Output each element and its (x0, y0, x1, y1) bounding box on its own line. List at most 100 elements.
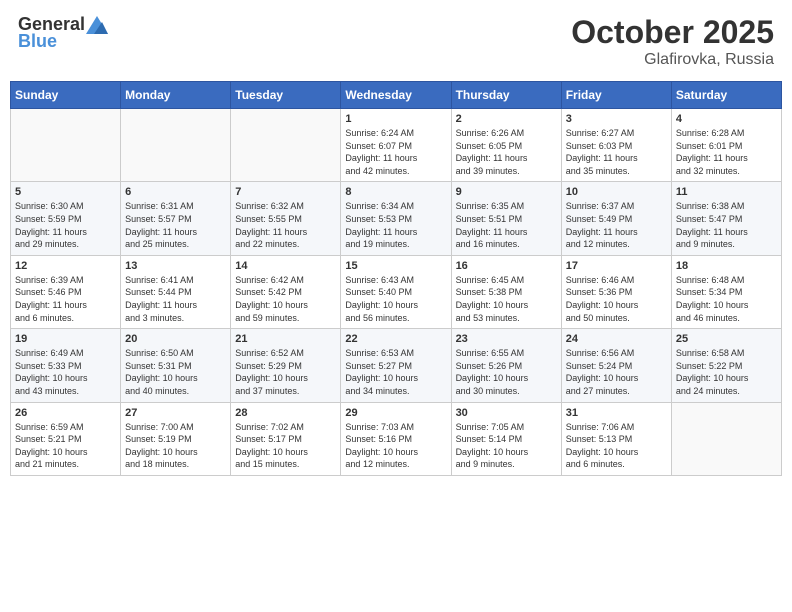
day-info: Sunrise: 6:53 AMSunset: 5:27 PMDaylight:… (345, 347, 446, 397)
day-number: 8 (345, 186, 446, 198)
calendar-cell: 20 Sunrise: 6:50 AMSunset: 5:31 PMDayligh… (121, 329, 231, 402)
calendar-cell: 14 Sunrise: 6:42 AMSunset: 5:42 PMDayligh… (231, 255, 341, 328)
weekday-header: Sunday (11, 82, 121, 109)
day-number: 20 (125, 333, 226, 345)
calendar-cell (121, 109, 231, 182)
page-header: General Blue October 2025 Glafirovka, Ru… (10, 10, 782, 73)
day-info: Sunrise: 6:58 AMSunset: 5:22 PMDaylight:… (676, 347, 777, 397)
weekday-header: Tuesday (231, 82, 341, 109)
day-number: 28 (235, 407, 336, 419)
day-number: 27 (125, 407, 226, 419)
weekday-header: Friday (561, 82, 671, 109)
day-number: 19 (15, 333, 116, 345)
title-block: October 2025 Glafirovka, Russia (571, 14, 774, 69)
day-info: Sunrise: 6:30 AMSunset: 5:59 PMDaylight:… (15, 200, 116, 250)
calendar-week-row: 12 Sunrise: 6:39 AMSunset: 5:46 PMDayligh… (11, 255, 782, 328)
calendar-cell: 12 Sunrise: 6:39 AMSunset: 5:46 PMDayligh… (11, 255, 121, 328)
month-title: October 2025 (571, 14, 774, 51)
day-number: 24 (566, 333, 667, 345)
calendar-week-row: 19 Sunrise: 6:49 AMSunset: 5:33 PMDayligh… (11, 329, 782, 402)
logo-blue: Blue (18, 31, 57, 52)
calendar-cell: 7 Sunrise: 6:32 AMSunset: 5:55 PMDaylight… (231, 182, 341, 255)
day-info: Sunrise: 6:43 AMSunset: 5:40 PMDaylight:… (345, 274, 446, 324)
calendar-cell: 19 Sunrise: 6:49 AMSunset: 5:33 PMDayligh… (11, 329, 121, 402)
day-number: 25 (676, 333, 777, 345)
day-info: Sunrise: 6:46 AMSunset: 5:36 PMDaylight:… (566, 274, 667, 324)
day-info: Sunrise: 6:31 AMSunset: 5:57 PMDaylight:… (125, 200, 226, 250)
day-info: Sunrise: 6:24 AMSunset: 6:07 PMDaylight:… (345, 127, 446, 177)
weekday-header: Saturday (671, 82, 781, 109)
day-number: 9 (456, 186, 557, 198)
day-number: 26 (15, 407, 116, 419)
weekday-header: Thursday (451, 82, 561, 109)
day-info: Sunrise: 6:27 AMSunset: 6:03 PMDaylight:… (566, 127, 667, 177)
day-info: Sunrise: 6:50 AMSunset: 5:31 PMDaylight:… (125, 347, 226, 397)
calendar-cell: 1 Sunrise: 6:24 AMSunset: 6:07 PMDaylight… (341, 109, 451, 182)
day-number: 12 (15, 260, 116, 272)
day-info: Sunrise: 6:41 AMSunset: 5:44 PMDaylight:… (125, 274, 226, 324)
calendar-cell: 30 Sunrise: 7:05 AMSunset: 5:14 PMDayligh… (451, 402, 561, 475)
day-number: 7 (235, 186, 336, 198)
day-info: Sunrise: 6:32 AMSunset: 5:55 PMDaylight:… (235, 200, 336, 250)
day-number: 31 (566, 407, 667, 419)
weekday-header: Monday (121, 82, 231, 109)
calendar-cell: 24 Sunrise: 6:56 AMSunset: 5:24 PMDayligh… (561, 329, 671, 402)
calendar-cell: 29 Sunrise: 7:03 AMSunset: 5:16 PMDayligh… (341, 402, 451, 475)
calendar-cell: 16 Sunrise: 6:45 AMSunset: 5:38 PMDayligh… (451, 255, 561, 328)
day-info: Sunrise: 6:45 AMSunset: 5:38 PMDaylight:… (456, 274, 557, 324)
calendar-cell: 25 Sunrise: 6:58 AMSunset: 5:22 PMDayligh… (671, 329, 781, 402)
day-number: 10 (566, 186, 667, 198)
calendar-cell: 11 Sunrise: 6:38 AMSunset: 5:47 PMDayligh… (671, 182, 781, 255)
day-number: 14 (235, 260, 336, 272)
calendar-week-row: 1 Sunrise: 6:24 AMSunset: 6:07 PMDaylight… (11, 109, 782, 182)
calendar-cell (11, 109, 121, 182)
calendar-cell: 31Sunrise: 7:06 AMSunset: 5:13 PMDayligh… (561, 402, 671, 475)
day-number: 16 (456, 260, 557, 272)
calendar-table: SundayMondayTuesdayWednesdayThursdayFrid… (10, 81, 782, 476)
calendar-cell: 28 Sunrise: 7:02 AMSunset: 5:17 PMDayligh… (231, 402, 341, 475)
day-number: 11 (676, 186, 777, 198)
day-info: Sunrise: 6:35 AMSunset: 5:51 PMDaylight:… (456, 200, 557, 250)
calendar-cell: 2Sunrise: 6:26 AMSunset: 6:05 PMDaylight… (451, 109, 561, 182)
day-info: Sunrise: 6:38 AMSunset: 5:47 PMDaylight:… (676, 200, 777, 250)
calendar-cell: 26 Sunrise: 6:59 AMSunset: 5:21 PMDayligh… (11, 402, 121, 475)
calendar-cell: 4Sunrise: 6:28 AMSunset: 6:01 PMDaylight… (671, 109, 781, 182)
day-info: Sunrise: 6:42 AMSunset: 5:42 PMDaylight:… (235, 274, 336, 324)
day-number: 4 (676, 113, 777, 125)
day-info: Sunrise: 6:39 AMSunset: 5:46 PMDaylight:… (15, 274, 116, 324)
day-number: 23 (456, 333, 557, 345)
calendar-cell (671, 402, 781, 475)
day-info: Sunrise: 6:59 AMSunset: 5:21 PMDaylight:… (15, 421, 116, 471)
day-info: Sunrise: 6:37 AMSunset: 5:49 PMDaylight:… (566, 200, 667, 250)
calendar-cell: 8Sunrise: 6:34 AMSunset: 5:53 PMDaylight… (341, 182, 451, 255)
day-info: Sunrise: 6:49 AMSunset: 5:33 PMDaylight:… (15, 347, 116, 397)
calendar-cell: 22 Sunrise: 6:53 AMSunset: 5:27 PMDayligh… (341, 329, 451, 402)
weekday-header-row: SundayMondayTuesdayWednesdayThursdayFrid… (11, 82, 782, 109)
day-info: Sunrise: 7:05 AMSunset: 5:14 PMDaylight:… (456, 421, 557, 471)
calendar-cell: 5 Sunrise: 6:30 AMSunset: 5:59 PMDaylight… (11, 182, 121, 255)
calendar-cell: 10 Sunrise: 6:37 AMSunset: 5:49 PMDayligh… (561, 182, 671, 255)
day-number: 22 (345, 333, 446, 345)
calendar-cell: 27 Sunrise: 7:00 AMSunset: 5:19 PMDayligh… (121, 402, 231, 475)
day-info: Sunrise: 7:03 AMSunset: 5:16 PMDaylight:… (345, 421, 446, 471)
day-number: 21 (235, 333, 336, 345)
day-number: 29 (345, 407, 446, 419)
calendar-cell: 6Sunrise: 6:31 AMSunset: 5:57 PMDaylight… (121, 182, 231, 255)
calendar-cell: 9 Sunrise: 6:35 AMSunset: 5:51 PMDaylight… (451, 182, 561, 255)
day-info: Sunrise: 7:00 AMSunset: 5:19 PMDaylight:… (125, 421, 226, 471)
calendar-cell: 21Sunrise: 6:52 AMSunset: 5:29 PMDayligh… (231, 329, 341, 402)
day-info: Sunrise: 7:02 AMSunset: 5:17 PMDaylight:… (235, 421, 336, 471)
calendar-cell: 17Sunrise: 6:46 AMSunset: 5:36 PMDayligh… (561, 255, 671, 328)
location-title: Glafirovka, Russia (571, 51, 774, 69)
calendar-cell: 13 Sunrise: 6:41 AMSunset: 5:44 PMDayligh… (121, 255, 231, 328)
calendar-cell: 15Sunrise: 6:43 AMSunset: 5:40 PMDayligh… (341, 255, 451, 328)
calendar-cell (231, 109, 341, 182)
day-number: 13 (125, 260, 226, 272)
calendar-cell: 18Sunrise: 6:48 AMSunset: 5:34 PMDayligh… (671, 255, 781, 328)
day-number: 1 (345, 113, 446, 125)
day-number: 30 (456, 407, 557, 419)
day-number: 5 (15, 186, 116, 198)
logo: General Blue (18, 14, 108, 52)
calendar-cell: 3Sunrise: 6:27 AMSunset: 6:03 PMDaylight… (561, 109, 671, 182)
day-info: Sunrise: 6:56 AMSunset: 5:24 PMDaylight:… (566, 347, 667, 397)
